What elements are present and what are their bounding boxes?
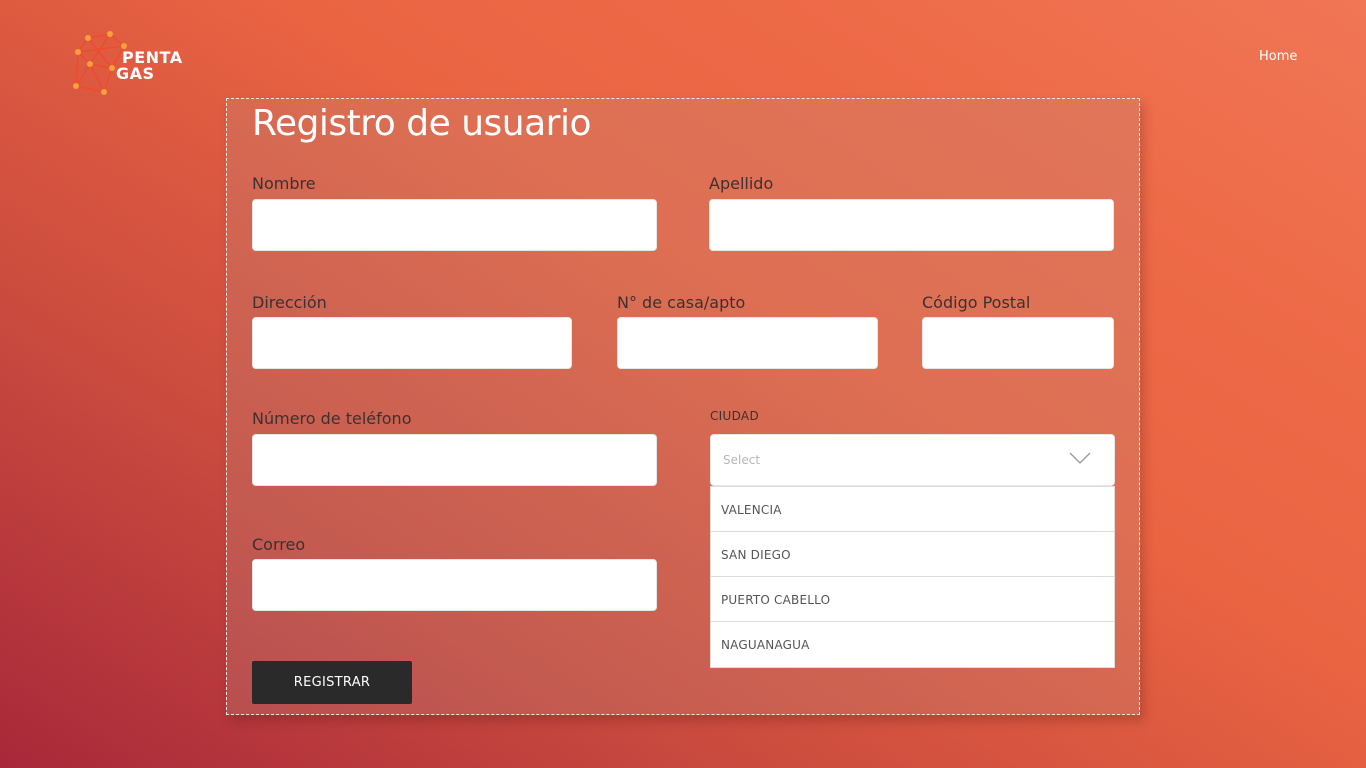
ciudad-placeholder: Select <box>723 453 761 467</box>
direccion-input[interactable] <box>252 317 572 369</box>
apellido-input[interactable] <box>709 199 1114 251</box>
direccion-label: Dirección <box>252 293 327 312</box>
nombre-label: Nombre <box>252 174 316 193</box>
brand-name: PENTA GAS <box>116 50 183 82</box>
brand-line-2: GAS <box>116 64 155 83</box>
telefono-label: Número de teléfono <box>252 409 412 428</box>
telefono-input[interactable] <box>252 434 657 486</box>
nav-home-link[interactable]: Home <box>1259 49 1297 64</box>
ciudad-select[interactable]: Select <box>710 434 1115 486</box>
registrar-button[interactable]: REGISTRAR <box>252 661 412 704</box>
ciudad-option-puerto-cabello[interactable]: PUERTO CABELLO <box>711 577 1114 622</box>
ciudad-option-valencia[interactable]: VALENCIA <box>711 487 1114 532</box>
ciudad-option-san-diego[interactable]: SAN DIEGO <box>711 532 1114 577</box>
postal-label: Código Postal <box>922 293 1031 312</box>
correo-label: Correo <box>252 535 306 554</box>
nombre-input[interactable] <box>252 199 657 251</box>
ciudad-dropdown: VALENCIA SAN DIEGO PUERTO CABELLO NAGUAN… <box>710 486 1115 668</box>
correo-input[interactable] <box>252 559 657 611</box>
apellido-label: Apellido <box>709 174 774 193</box>
casa-label: N° de casa/apto <box>617 293 746 312</box>
form-title: Registro de usuario <box>252 103 591 144</box>
chevron-down-icon <box>1069 452 1091 464</box>
postal-input[interactable] <box>922 317 1114 369</box>
pentagas-logo[interactable]: PENTA GAS <box>70 30 195 100</box>
ciudad-option-naguanagua[interactable]: NAGUANAGUA <box>711 622 1114 667</box>
casa-input[interactable] <box>617 317 878 369</box>
registration-card: Registro de usuario Nombre Apellido Dire… <box>226 98 1140 715</box>
ciudad-label: CIUDAD <box>710 409 759 423</box>
